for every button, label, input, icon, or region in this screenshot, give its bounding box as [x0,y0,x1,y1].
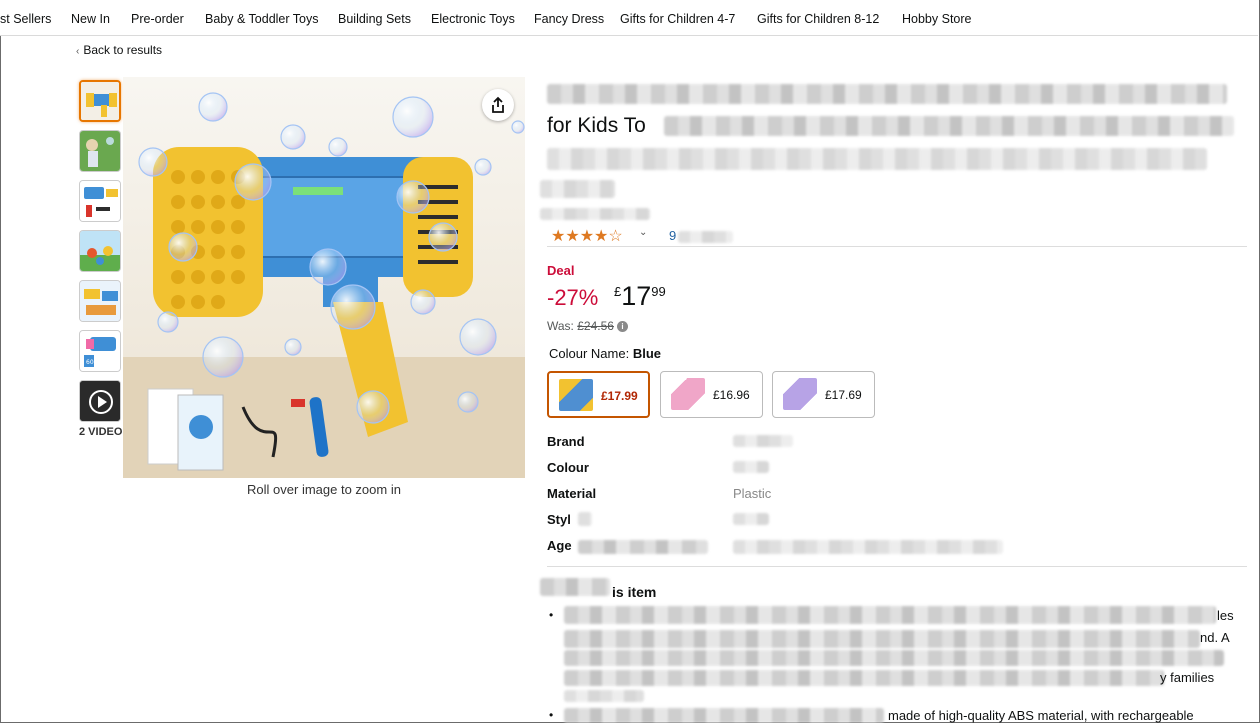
info-icon[interactable]: i [616,321,628,333]
bullet-dot: • [549,708,554,722]
zoom-hint: Roll over image to zoom in [247,482,401,497]
price-symbol: £ [614,284,622,299]
bullet-dot: • [549,608,554,622]
spec-key-material: Material [547,486,597,501]
price: £1799 [614,281,666,312]
was-label: Was: [547,319,574,333]
spec-value-blur [733,435,793,447]
colour-label: Colour Name: [549,346,630,361]
nav-item-electronic-toys[interactable]: Electronic Toys [431,12,515,26]
main-product-image[interactable] [123,77,525,478]
swatch-thumb [783,378,817,410]
bullet2-tail: made of high-quality ABS material, with … [888,708,1194,723]
about-heading: is item [612,584,657,600]
nav-item-pre-order[interactable]: Pre-order [131,12,184,26]
nav-item-best-sellers[interactable]: st Sellers [0,12,51,26]
spec-key-colour: Colour [547,460,589,475]
bullet1-line5-blur [564,690,644,702]
deal-badge: Deal [547,263,575,278]
nav-item-gifts-8-12[interactable]: Gifts for Children 8-12 [757,12,879,26]
thumbnail-5[interactable] [79,280,121,322]
nav-item-fancy-dress[interactable]: Fancy Dress [534,12,604,26]
spec-key-age-blur [578,540,708,554]
spec-key-style: Styl [547,512,571,527]
title-blur-line2 [664,116,1234,136]
bullet1-line4-tail: y families [1160,670,1215,685]
colour-value: Blue [632,346,661,361]
swatch-price: £17.99 [601,389,638,403]
divider [547,566,1247,567]
swatch-pink[interactable]: £16.96 [660,371,763,418]
chevron-left-icon: ‹ [76,46,80,57]
spec-key-brand: Brand [547,434,585,449]
nav-item-gifts-4-7[interactable]: Gifts for Children 4-7 [620,12,735,26]
thumbnail-6[interactable]: 60 [79,330,121,372]
bullet1-line4-blur [564,670,1164,686]
back-to-results-link[interactable]: ‹ Back to results [76,43,162,57]
thumbnail-3[interactable] [79,180,121,222]
swatch-thumb [559,379,593,411]
share-icon [492,96,504,113]
spec-value-age-blur [733,540,1003,554]
nav-item-hobby-store[interactable]: Hobby Store [902,12,971,26]
share-button[interactable] [482,89,514,121]
play-icon [80,381,120,421]
chevron-down-icon[interactable]: ⌄ [639,227,647,238]
divider [547,246,1247,247]
about-heading-blur [540,578,610,596]
rating-count-blur [678,231,733,243]
spec-value-material: Plastic [733,486,772,501]
swatch-price: £16.96 [713,388,750,402]
spec-value-blur [733,461,769,473]
brand-link-blur[interactable] [540,208,650,220]
bullet1-line1-tail: les [1217,608,1234,623]
svg-text:60: 60 [86,359,94,366]
price-fraction: 99 [651,284,666,299]
back-to-results-label: Back to results [83,43,163,57]
title-blur-line3 [547,148,1207,170]
bullet1-line2-tail: nd. A [1200,630,1230,645]
bullet2-blur [564,708,884,723]
discount-percent: -27% [547,285,599,310]
rating-count[interactable]: 9 [669,228,676,243]
title-blur-line4 [540,180,615,198]
spec-value-blur [733,513,769,525]
rating-stars[interactable]: ★★★★☆ [551,226,623,246]
videos-count-label: 2 VIDEO [79,426,123,438]
colour-selector-label: Colour Name: Blue [549,346,661,361]
bullet1-line2-blur [564,630,1200,648]
star-icon: ★★★★ [551,228,609,245]
spec-value-blur [578,512,592,526]
swatch-thumb [671,378,705,410]
price-whole: 17 [621,281,652,311]
spec-key-age: Age [547,538,572,553]
category-subnav: st Sellers New In Pre-order Baby & Toddl… [0,0,1258,36]
star-empty-icon: ☆ [608,228,623,245]
bullet1-line3-blur [564,650,1224,666]
thumbnail-4[interactable] [79,230,121,272]
nav-item-baby-toddler-toys[interactable]: Baby & Toddler Toys [205,12,319,26]
bullet1-line1-blur [564,606,1216,624]
nav-item-new-in[interactable]: New In [71,12,110,26]
nav-item-building-sets[interactable]: Building Sets [338,12,411,26]
swatch-price: £17.69 [825,388,862,402]
thumbnail-video[interactable] [79,380,121,422]
was-price-row: Was: £24.56 i [547,319,628,333]
swatch-blue[interactable]: £17.99 [547,371,650,418]
thumbnail-2[interactable] [79,130,121,172]
thumbnail-1[interactable] [79,80,121,122]
swatch-purple[interactable]: £17.69 [772,371,875,418]
title-blur-line1 [547,84,1227,104]
was-price: £24.56 [577,319,614,333]
